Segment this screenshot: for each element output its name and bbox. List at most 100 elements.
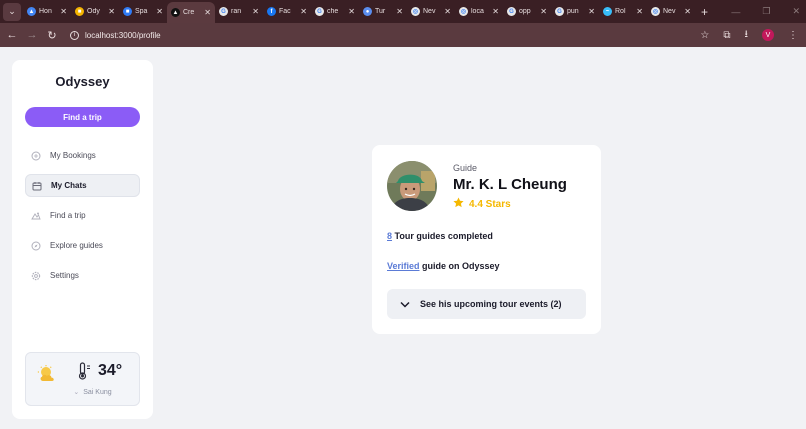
tab-title: Hon <box>39 8 52 15</box>
sidebar-item-label: My Bookings <box>50 151 96 160</box>
tab-close-icon[interactable]: ✕ <box>300 7 307 16</box>
window-controls: — ❐ ✕ <box>731 0 800 23</box>
forward-icon[interactable]: → <box>22 29 42 41</box>
find-trip-button[interactable]: Find a trip <box>25 107 140 127</box>
rating-text: 4.4 Stars <box>469 198 511 210</box>
tab-title: che <box>327 8 339 15</box>
sidebar-item-label: Settings <box>50 271 79 280</box>
tab-title: ran <box>231 8 242 15</box>
browser-tab[interactable]: ◎ Nev ✕ <box>647 3 695 21</box>
tab-title: Tur <box>375 8 386 15</box>
browser-tab[interactable]: Gran ✕ <box>215 3 263 21</box>
bookmark-star-icon[interactable]: ☆ <box>700 30 709 41</box>
close-window-icon[interactable]: ✕ <box>792 6 800 17</box>
maximize-icon[interactable]: ❐ <box>762 6 770 17</box>
tab-close-icon[interactable]: ✕ <box>588 7 595 16</box>
reload-icon[interactable]: ↻ <box>42 29 62 42</box>
sidebar-item-find-trip[interactable]: Find a trip <box>25 204 140 227</box>
tab-favicon-icon: ◎ <box>651 7 660 16</box>
download-icon[interactable]: ⭳ <box>745 27 749 44</box>
tab-close-icon[interactable]: ✕ <box>540 7 547 16</box>
tab-title: Nev <box>663 8 676 15</box>
guide-rating: 4.4 Stars <box>453 197 511 211</box>
browser-tab[interactable]: ▲ Hon ✕ <box>23 3 71 21</box>
menu-icon[interactable]: ⋮ <box>788 30 798 41</box>
minimize-icon[interactable]: — <box>731 7 740 17</box>
tours-completed-text: Tour guides completed <box>392 231 493 241</box>
tab-close-icon[interactable]: ✕ <box>444 7 451 16</box>
chevron-down-icon: ⌄ <box>73 389 80 396</box>
tab-title: Fac <box>279 8 291 15</box>
temperature-value: 34° <box>98 362 123 379</box>
brand-title: Odyssey <box>55 74 110 89</box>
url-field[interactable]: i localhost:3000/profile <box>70 30 161 40</box>
tab-close-icon[interactable]: ✕ <box>204 8 211 17</box>
browser-tab[interactable]: ■ Ody ✕ <box>71 3 119 21</box>
tab-close-icon[interactable]: ✕ <box>348 7 355 16</box>
tab-close-icon[interactable]: ✕ <box>396 7 403 16</box>
tab-close-icon[interactable]: ✕ <box>252 7 259 16</box>
thermometer-icon <box>78 362 92 385</box>
browser-tab[interactable]: Gche ✕ <box>311 3 359 21</box>
upcoming-events-button[interactable]: See his upcoming tour events (2) <box>387 289 586 319</box>
map-icon <box>31 211 41 221</box>
tab-favicon-icon: ▲ <box>27 7 36 16</box>
upcoming-events-label: See his upcoming tour events (2) <box>420 299 562 309</box>
tab-close-icon[interactable]: ✕ <box>684 7 691 16</box>
compass-icon <box>31 241 41 251</box>
sidebar-nav: My Bookings My Chats Find a trip Explore… <box>25 144 140 294</box>
tab-favicon-icon: ● <box>363 7 372 16</box>
tab-favicon-icon: ▲ <box>171 8 180 17</box>
weather-widget: 34° ⌄ Sai Kung <box>25 352 140 406</box>
tab-favicon-icon: ~ <box>603 7 612 16</box>
new-tab-button[interactable]: + <box>701 5 708 19</box>
guide-role: Guide <box>453 163 478 173</box>
browser-tab[interactable]: Gopp ✕ <box>503 3 551 21</box>
guide-name: Mr. K. L Cheung <box>453 176 567 193</box>
back-icon[interactable]: ← <box>2 29 22 41</box>
tab-search-button[interactable]: ⌄ <box>3 2 21 21</box>
profile-avatar[interactable]: V <box>762 29 774 41</box>
tab-title: Cre <box>183 9 195 16</box>
extensions-icon[interactable]: ⧉ <box>723 30 730 41</box>
browser-tab[interactable]: ◎ loca ✕ <box>455 3 503 21</box>
tab-close-icon[interactable]: ✕ <box>108 7 115 16</box>
tab-favicon-icon: G <box>555 7 564 16</box>
tab-title: Nev <box>423 8 436 15</box>
tab-close-icon[interactable]: ✕ <box>636 7 643 16</box>
tab-favicon-icon: ◎ <box>459 7 468 16</box>
url-text: localhost:3000/profile <box>85 30 161 40</box>
tab-title: pun <box>567 8 579 15</box>
sidebar-item-my-bookings[interactable]: My Bookings <box>25 144 140 167</box>
tabs-list: ▲ Hon ✕ ■ Ody ✕ ■ Spa ✕ ▲ Cre ✕ Gran ✕ f Fac ✕ Gche ✕ ● Tur ✕… <box>23 0 695 23</box>
tab-favicon-icon: ◎ <box>411 7 420 16</box>
tab-close-icon[interactable]: ✕ <box>60 7 67 16</box>
calendar-icon <box>32 181 42 191</box>
tab-close-icon[interactable]: ✕ <box>492 7 499 16</box>
verified-status: Verified guide on Odyssey <box>387 261 500 271</box>
tab-title: Spa <box>135 8 148 15</box>
tab-favicon-icon: f <box>267 7 276 16</box>
guide-avatar <box>387 161 437 211</box>
sidebar-item-explore-guides[interactable]: Explore guides <box>25 234 140 257</box>
tab-title: loca <box>471 8 484 15</box>
weather-location[interactable]: ⌄ Sai Kung <box>26 388 141 396</box>
bookings-icon <box>31 151 41 161</box>
browser-tab[interactable]: ● Tur ✕ <box>359 3 407 21</box>
browser-tab[interactable]: ■ Spa ✕ <box>119 3 167 21</box>
site-info-icon[interactable]: i <box>70 30 79 40</box>
browser-tab[interactable]: ~ Rol ✕ <box>599 3 647 21</box>
tab-close-icon[interactable]: ✕ <box>156 7 163 16</box>
browser-tab[interactable]: ◎ Nev ✕ <box>407 3 455 21</box>
sidebar-item-settings[interactable]: Settings <box>25 264 140 287</box>
sidebar: Odyssey Find a trip My Bookings My Chats… <box>12 60 153 419</box>
address-toolbar: ← → ↻ i localhost:3000/profile ☆ ⧉ ⭳ V ⋮ <box>0 23 806 47</box>
browser-tab[interactable]: f Fac ✕ <box>263 3 311 21</box>
sidebar-item-my-chats[interactable]: My Chats <box>25 174 140 197</box>
gear-icon <box>31 271 41 281</box>
verified-text: guide on Odyssey <box>419 261 500 271</box>
sidebar-item-label: Explore guides <box>50 241 103 250</box>
browser-tab[interactable]: Gpun ✕ <box>551 3 599 21</box>
browser-tab[interactable]: ▲ Cre ✕ <box>167 2 215 23</box>
verified-link[interactable]: Verified <box>387 261 420 271</box>
